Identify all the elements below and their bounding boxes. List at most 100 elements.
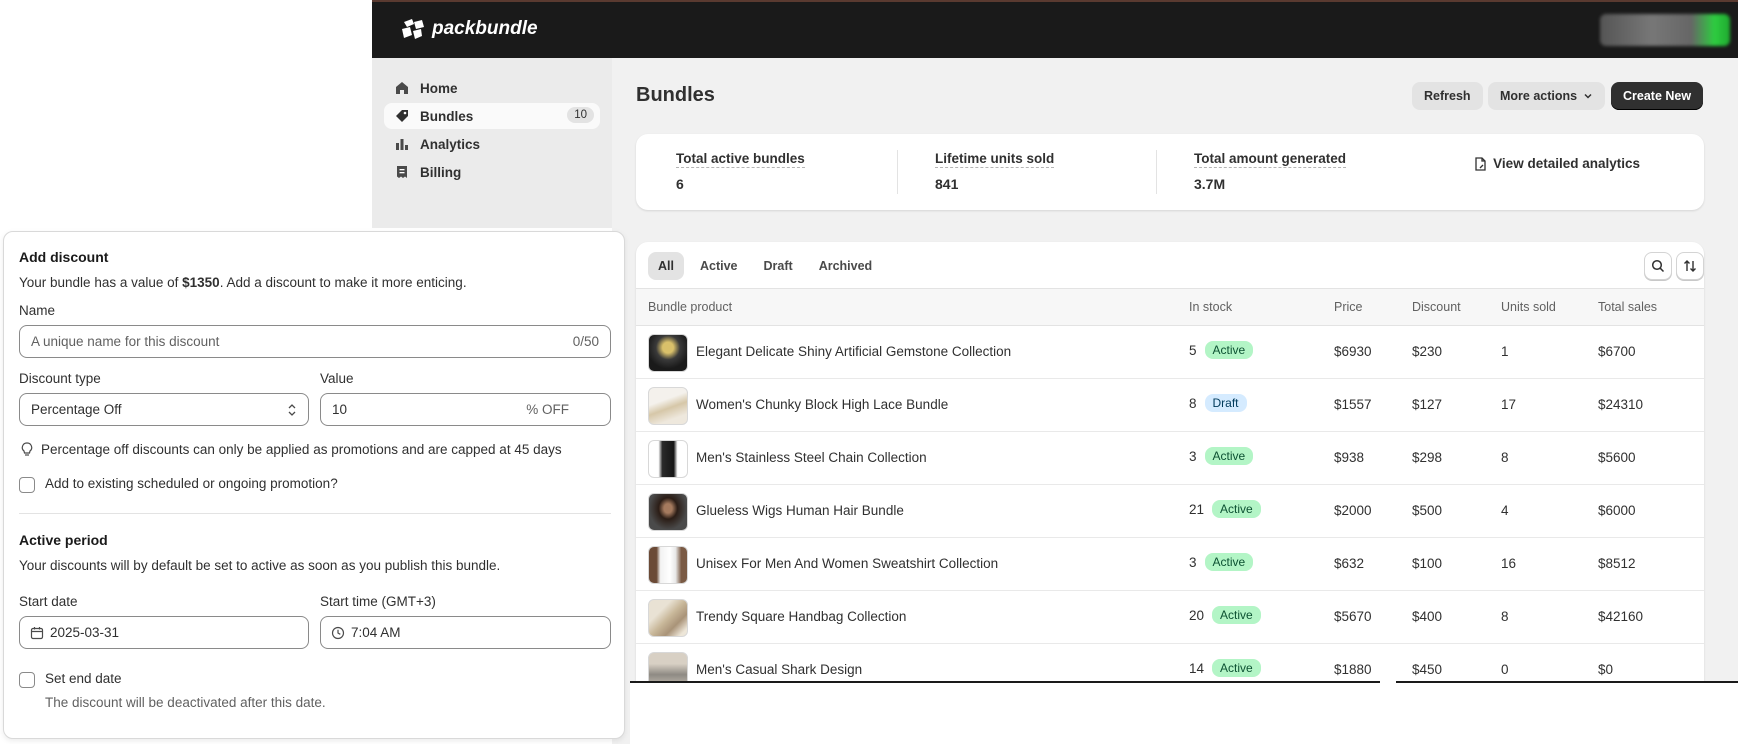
product-name: Women's Chunky Block High Lace Bundle <box>696 397 949 412</box>
sidebar-item-label: Bundles <box>420 108 474 124</box>
sidebar-item-billing[interactable]: Billing <box>384 159 600 185</box>
discount-value: 10 <box>332 402 348 417</box>
end-date-checkbox[interactable] <box>19 672 35 688</box>
stat-label: Total amount generated <box>1194 151 1347 168</box>
col-price[interactable]: Price <box>1334 300 1362 314</box>
table-header: Bundle product In stock Price Discount U… <box>636 288 1704 326</box>
col-bundle-product[interactable]: Bundle product <box>648 300 732 314</box>
stock-value: 8 <box>1189 396 1197 411</box>
stock-cell: 3 Active <box>1189 447 1254 466</box>
discount-value-input[interactable]: 10 % OFF <box>320 393 611 426</box>
stock-value: 3 <box>1189 555 1197 570</box>
sales-cell: $24310 <box>1598 397 1644 412</box>
col-total-sales[interactable]: Total sales <box>1598 300 1657 314</box>
product-name: Men's Stainless Steel Chain Collection <box>696 450 927 465</box>
add-discount-panel: Add discount Your bundle has a value of … <box>3 231 625 739</box>
discount-type-select[interactable]: Percentage Off <box>19 393 309 426</box>
search-icon <box>1651 259 1665 273</box>
more-actions-label: More actions <box>1500 89 1578 103</box>
chevron-down-icon <box>1584 93 1592 99</box>
start-date-value: 2025-03-31 <box>50 625 120 640</box>
stat-label: Total active bundles <box>676 151 805 168</box>
view-analytics-label: View detailed analytics <box>1493 156 1640 171</box>
table-row[interactable]: Unisex For Men And Women Sweatshirt Coll… <box>636 538 1704 591</box>
start-time-input[interactable]: 7:04 AM <box>320 616 611 649</box>
status-badge: Active <box>1204 447 1254 465</box>
stock-cell: 21 Active <box>1189 500 1261 519</box>
document-chart-icon <box>1475 156 1486 171</box>
price-cell: $2000 <box>1334 503 1372 518</box>
product-thumbnail <box>648 493 688 531</box>
stock-cell: 3 Active <box>1189 553 1254 572</box>
sidebar-item-analytics[interactable]: Analytics <box>384 131 600 157</box>
units-cell: 4 <box>1501 503 1509 518</box>
product-thumbnail <box>648 546 688 584</box>
tab-active[interactable]: Active <box>690 252 748 280</box>
sidebar-item-home[interactable]: Home <box>384 75 600 101</box>
stat-divider <box>897 150 898 194</box>
status-badge: Active <box>1204 341 1254 359</box>
sidebar-nav: Home Bundles 10 Analytics Billing <box>372 58 612 228</box>
col-units-sold[interactable]: Units sold <box>1501 300 1556 314</box>
stock-value: 14 <box>1189 661 1205 676</box>
discount-type-label: Discount type <box>19 371 101 386</box>
clock-icon <box>331 626 345 639</box>
main-content: Bundles Refresh More actions Create New … <box>612 58 1738 744</box>
promotion-checkbox[interactable] <box>19 477 35 493</box>
stock-value: 21 <box>1189 502 1205 517</box>
units-cell: 1 <box>1501 344 1509 359</box>
tab-draft[interactable]: Draft <box>754 252 803 280</box>
search-button[interactable] <box>1644 252 1672 280</box>
sidebar-item-bundles[interactable]: Bundles 10 <box>384 103 600 129</box>
refresh-button[interactable]: Refresh <box>1412 82 1483 110</box>
price-cell: $938 <box>1334 450 1365 465</box>
table-row[interactable]: Elegant Delicate Shiny Artificial Gemsto… <box>636 326 1704 379</box>
status-badge: Active <box>1212 659 1261 677</box>
lightbulb-icon <box>21 442 33 456</box>
tab-archived[interactable]: Archived <box>809 252 883 280</box>
table-row[interactable]: Trendy Square Handbag Collection 20 Activ… <box>636 591 1704 644</box>
product-thumbnail <box>648 440 688 478</box>
product-name: Glueless Wigs Human Hair Bundle <box>696 503 904 518</box>
start-time-label: Start time (GMT+3) <box>320 594 436 609</box>
tab-all[interactable]: All <box>648 252 684 280</box>
sidebar-item-label: Analytics <box>420 136 481 152</box>
col-discount[interactable]: Discount <box>1412 300 1461 314</box>
status-badge: Active <box>1212 500 1261 518</box>
page-title: Bundles <box>636 84 715 106</box>
stock-value: 3 <box>1189 449 1197 464</box>
create-new-button[interactable]: Create New <box>1611 82 1704 110</box>
promotion-hint: Percentage off discounts can only be app… <box>19 441 562 457</box>
section-divider <box>19 513 611 514</box>
table-row[interactable]: Men's Casual Shark Design 14 Active $1880… <box>636 644 1704 684</box>
stat-label: Lifetime units sold <box>935 151 1055 168</box>
active-period-text: Your discounts will by default be set to… <box>19 558 501 573</box>
table-row[interactable]: Women's Chunky Block High Lace Bundle 8D… <box>636 379 1704 432</box>
discount-cell: $230 <box>1412 344 1443 359</box>
discount-cell: $127 <box>1412 397 1443 412</box>
tag-icon <box>394 108 410 124</box>
stock-cell: 5 Active <box>1189 341 1254 360</box>
sort-button[interactable] <box>1676 252 1704 280</box>
start-date-input[interactable]: 2025-03-31 <box>19 616 309 649</box>
stat-total-active: Total active bundles 6 <box>676 150 805 192</box>
discount-cell: $500 <box>1412 503 1443 518</box>
table-row[interactable]: Men's Stainless Steel Chain Collection 3… <box>636 432 1704 485</box>
brand-name: packbundle <box>432 18 538 39</box>
col-in-stock[interactable]: In stock <box>1189 300 1232 314</box>
account-avatar[interactable] <box>1600 14 1730 46</box>
discount-name-input[interactable]: A unique name for this discount 0/50 <box>19 325 611 358</box>
brand-logo[interactable]: packbundle <box>400 18 538 40</box>
promotion-checkbox-label: Add to existing scheduled or ongoing pro… <box>45 476 338 491</box>
stock-cell: 20 Active <box>1189 606 1261 625</box>
start-date-label: Start date <box>19 594 78 609</box>
product-thumbnail <box>648 652 688 684</box>
more-actions-button[interactable]: More actions <box>1488 82 1606 110</box>
stat-total-amount: Total amount generated 3.7M <box>1194 150 1347 192</box>
sales-cell: $42160 <box>1598 609 1644 624</box>
price-cell: $1880 <box>1334 662 1372 677</box>
table-row[interactable]: Glueless Wigs Human Hair Bundle 21 Active… <box>636 485 1704 538</box>
view-analytics-link[interactable]: View detailed analytics <box>1473 156 1640 171</box>
sales-cell: $6000 <box>1598 503 1636 518</box>
calendar-icon <box>30 626 44 639</box>
